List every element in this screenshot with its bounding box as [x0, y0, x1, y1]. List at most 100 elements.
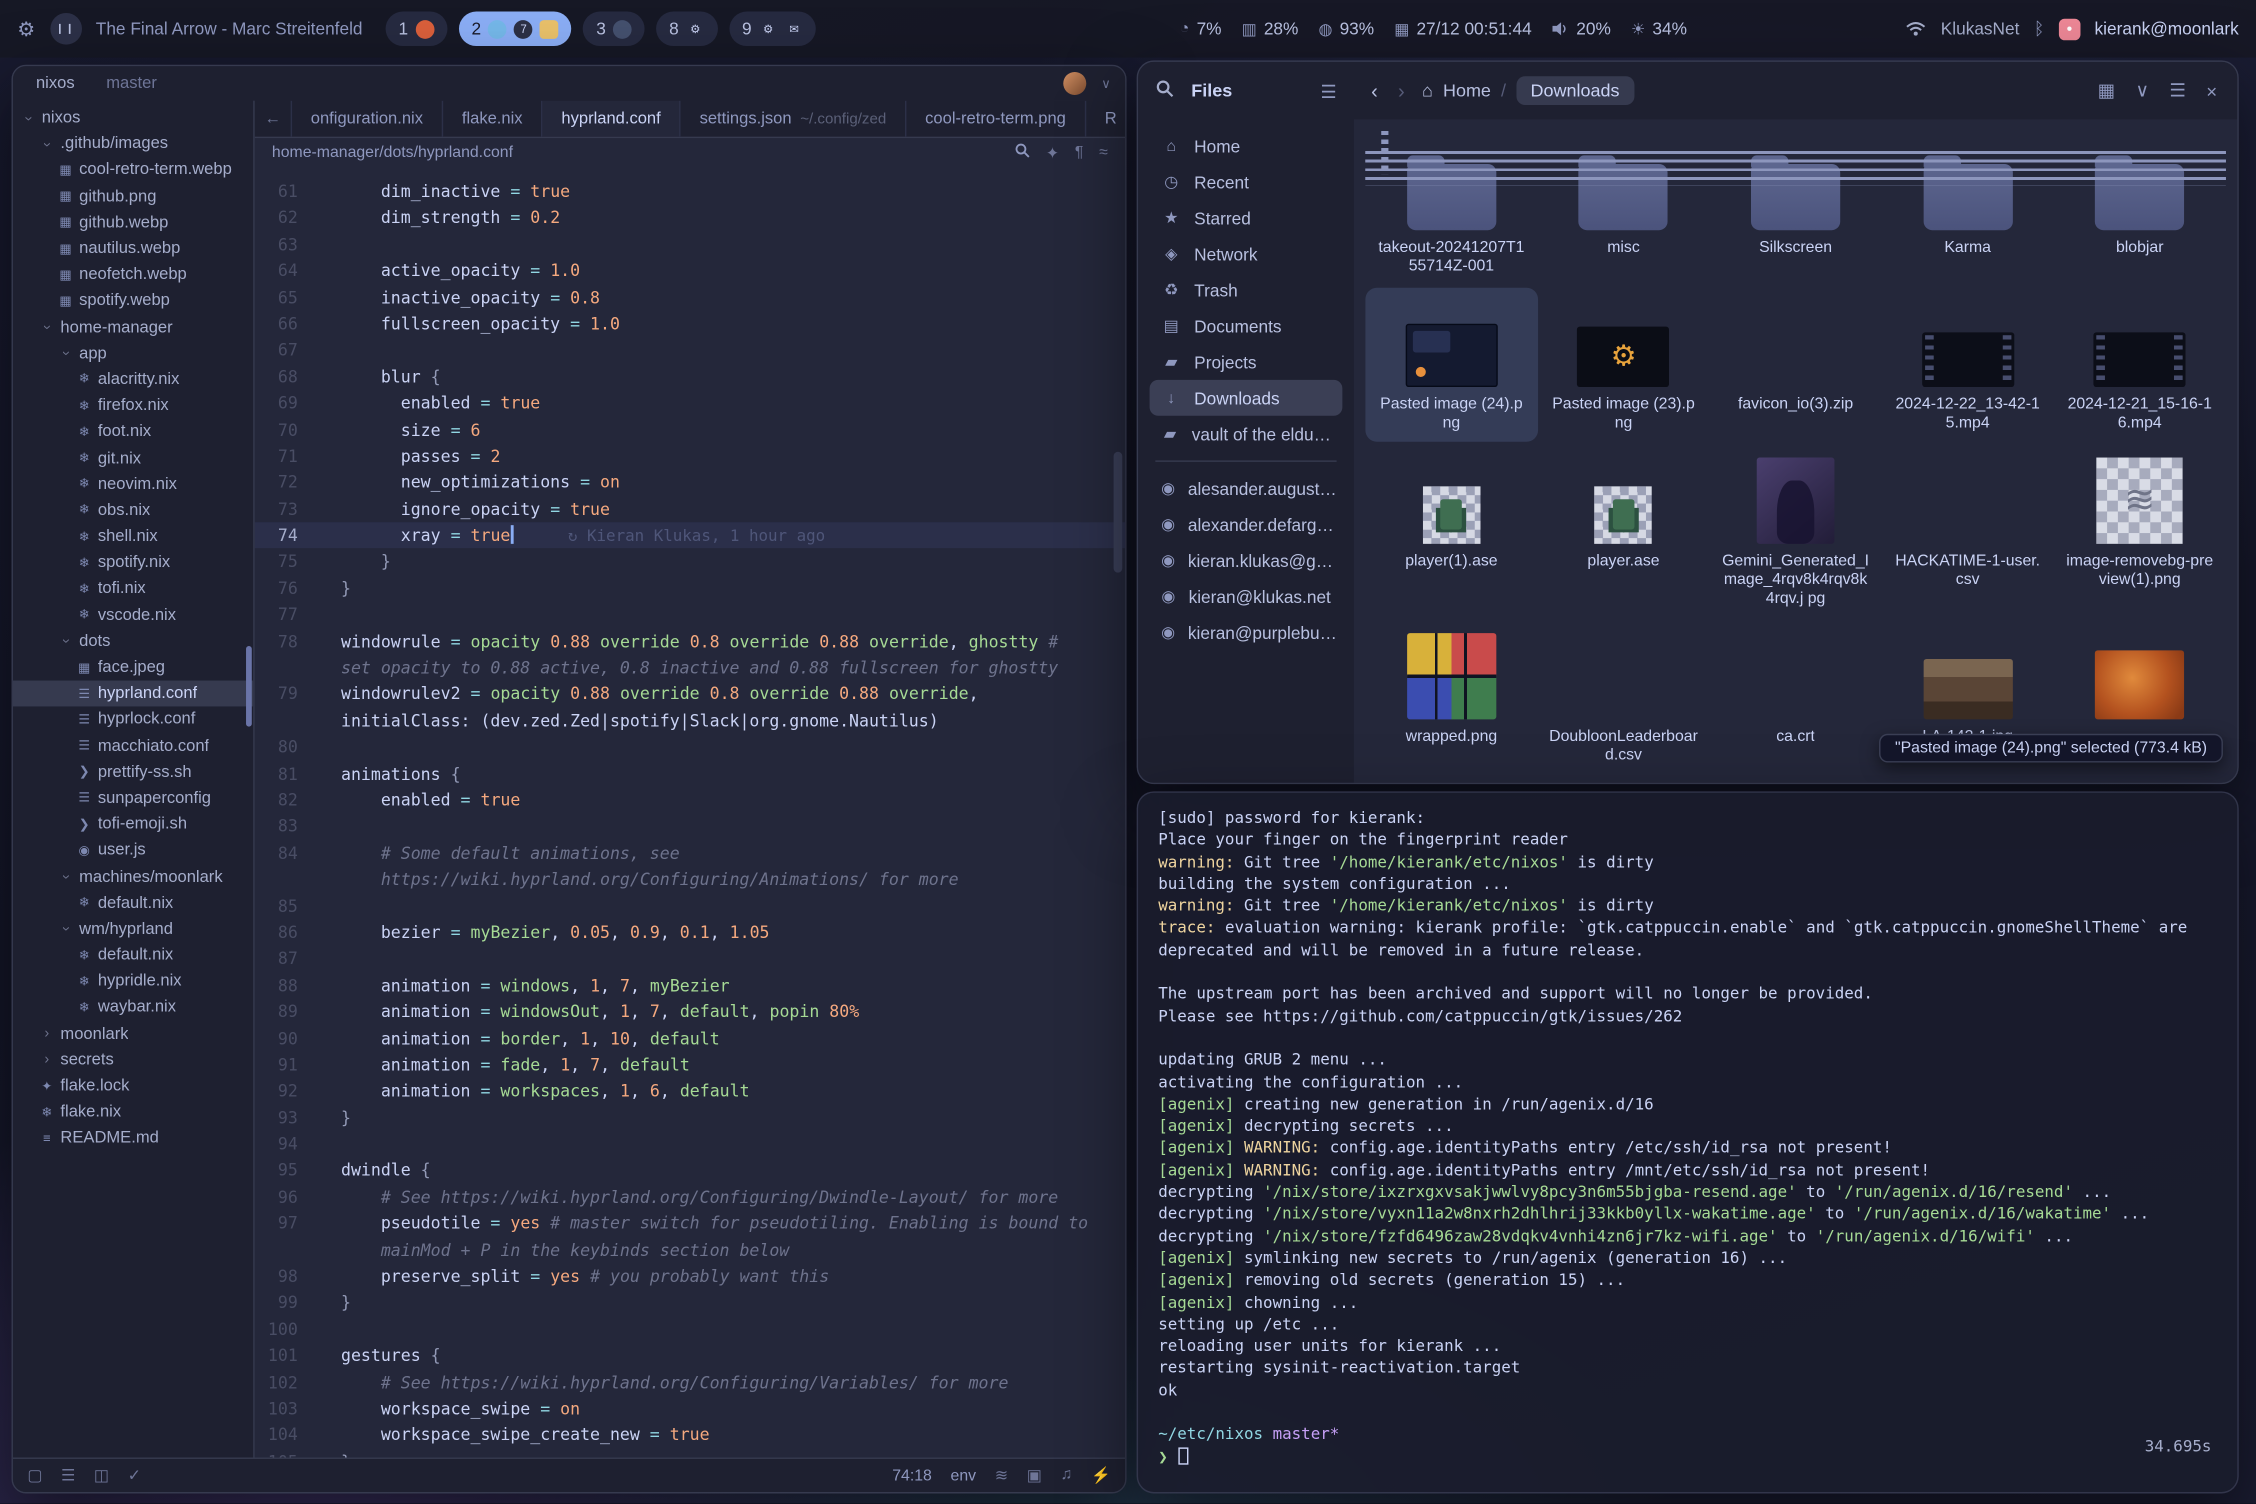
tree-item-obs.nix[interactable]: ❄obs.nix [13, 498, 253, 524]
waves-icon[interactable]: ≋ [995, 1466, 1008, 1485]
search-icon[interactable] [1155, 79, 1174, 102]
sidebar-item-Documents[interactable]: ▤Documents [1150, 308, 1343, 344]
tree-item-README.md[interactable]: ≡README.md [13, 1126, 253, 1152]
file-2024-12-22_13-42-15.mp4[interactable]: 2024-12-22_13-42-15.mp4 [1882, 287, 2054, 441]
file-DoubloonLeaderboard.csv[interactable]: DoubloonLeaderboard.csv [1537, 620, 1709, 774]
code-line-92[interactable]: 92 animation = workspaces, 1, 6, default [255, 1078, 1125, 1104]
tab-cool-retro-term.png[interactable]: cool-retro-term.png [906, 101, 1086, 137]
tree-item-alacritty.nix[interactable]: ❄alacritty.nix [13, 367, 253, 393]
tree-item-face.jpeg[interactable]: ▦face.jpeg [13, 655, 253, 681]
code-line-67[interactable]: 67 [255, 337, 1125, 363]
settings-gear-icon[interactable]: ⚙ [17, 17, 35, 41]
code-line-80[interactable]: 80 [255, 734, 1125, 760]
tree-item-github.png[interactable]: ▦github.png [13, 184, 253, 210]
code-line-64[interactable]: 64 active_opacity = 1.0 [255, 258, 1125, 284]
file-2024-12-21_15-16-16.mp4[interactable]: 2024-12-21_15-16-16.mp4 [2054, 287, 2226, 441]
tree-item-spotify.nix[interactable]: ❄spotify.nix [13, 550, 253, 576]
file-player(1).ase[interactable]: player(1).ase [1365, 444, 1537, 617]
code-line-96[interactable]: 96 # See https://wiki.hyprland.org/Confi… [255, 1184, 1125, 1210]
tree-item-hypridle.nix[interactable]: ❄hypridle.nix [13, 969, 253, 995]
tree-item-default.nix[interactable]: ❄default.nix [13, 942, 253, 968]
sidebar-item-Network[interactable]: ◈Network [1150, 236, 1343, 272]
ram-indicator[interactable]: ▥28% [1242, 19, 1299, 39]
tree-item-hyprland.conf[interactable]: ☰hyprland.conf [13, 681, 253, 707]
sidebar-item-vault of the eldu…[interactable]: ▰vault of the eldu… [1150, 416, 1343, 452]
sidebar-account-alexander.defarg…[interactable]: ◉alexander.defarg… [1150, 506, 1343, 542]
bluetooth-icon[interactable]: ᛒ [2034, 19, 2044, 39]
git-branch[interactable]: master [98, 73, 166, 93]
sidebar-item-Starred[interactable]: ★Starred [1150, 200, 1343, 236]
tree-item-macchiato.conf[interactable]: ☰macchiato.conf [13, 733, 253, 759]
language-mode[interactable]: env [951, 1467, 977, 1484]
tree-item-prettify-ss.sh[interactable]: ❯prettify-ss.sh [13, 759, 253, 785]
tree-item-user.js[interactable]: ◉user.js [13, 838, 253, 864]
file-wrapped.png[interactable]: wrapped.png [1365, 620, 1537, 774]
avatar[interactable] [1064, 72, 1087, 95]
tree-item-cool-retro-term.webp[interactable]: ▦cool-retro-term.webp [13, 157, 253, 183]
code-line-91[interactable]: 91 animation = fade, 1, 7, default [255, 1052, 1125, 1078]
code-line-87[interactable]: 87 [255, 946, 1125, 972]
code-line-68[interactable]: 68 blur { [255, 364, 1125, 390]
tree-item-machines/moonlark[interactable]: ›machines/moonlark [13, 864, 253, 890]
tree-item-nautilus.webp[interactable]: ▦nautilus.webp [13, 236, 253, 262]
code-line-81[interactable]: 81animations { [255, 761, 1125, 787]
code-line-79[interactable]: 79windowrulev2 = opacity 0.88 override 0… [255, 681, 1125, 707]
bright-indicator[interactable]: ☀34% [1631, 19, 1687, 39]
code-line-65[interactable]: 65 inactive_opacity = 0.8 [255, 284, 1125, 310]
tree-item-git.nix[interactable]: ❄git.nix [13, 445, 253, 471]
tree-item-sunpaperconfig[interactable]: ☰sunpaperconfig [13, 785, 253, 811]
workspace-3[interactable]: 3 [583, 12, 644, 47]
sidebar-menu-icon[interactable]: ☰ [1320, 80, 1336, 102]
bolt-icon[interactable]: ⚡ [1091, 1466, 1111, 1485]
sidebar-account-alesander.august…[interactable]: ◉alesander.august… [1150, 470, 1343, 506]
panels-icon[interactable]: ☰ [61, 1466, 75, 1485]
code-line-84[interactable]: 84 # Some default animations, see [255, 840, 1125, 866]
tree-item-vscode.nix[interactable]: ❄vscode.nix [13, 602, 253, 628]
code-line-102[interactable]: 102 # See https://wiki.hyprland.org/Conf… [255, 1369, 1125, 1395]
workspace-9[interactable]: 9⚙✉ [729, 12, 816, 47]
tree-item-tofi-emoji.sh[interactable]: ❯tofi-emoji.sh [13, 812, 253, 838]
sidebar-item-Recent[interactable]: ◷Recent [1150, 164, 1343, 200]
code-line-wrap[interactable]: set opacity to 0.88 active, 0.8 inactive… [255, 655, 1125, 681]
sidebar-item-Home[interactable]: ⌂Home [1150, 128, 1343, 164]
grid-icon[interactable]: ▣ [1027, 1466, 1042, 1485]
tree-item-home-manager[interactable]: ›home-manager [13, 314, 253, 340]
forward-button[interactable]: › [1398, 79, 1405, 102]
code-line-wrap[interactable]: mainMod + P in the keybinds section belo… [255, 1237, 1125, 1263]
code-line-86[interactable]: 86 bezier = myBezier, 0.05, 0.9, 0.1, 1.… [255, 919, 1125, 945]
file-HACKATIME-1-user.csv[interactable]: HACKATIME-1-user.csv [1882, 444, 2054, 617]
breadcrumb[interactable]: home-manager/dots/hyprland.conf [272, 144, 513, 161]
sidebar-item-Projects[interactable]: ▰Projects [1150, 344, 1343, 380]
breadcrumb-current[interactable]: Downloads [1516, 76, 1634, 105]
tree-item-moonlark[interactable]: ›moonlark [13, 1021, 253, 1047]
file-player.ase[interactable]: player.ase [1537, 444, 1709, 617]
code-line-89[interactable]: 89 animation = windowsOut, 1, 7, default… [255, 999, 1125, 1025]
workspace-8[interactable]: 8⚙ [656, 12, 717, 47]
code-line-70[interactable]: 70 size = 6 [255, 417, 1125, 443]
file-Pasted image (23).png[interactable]: Pasted image (23).png [1537, 287, 1709, 441]
wifi-icon[interactable] [1905, 20, 1927, 37]
code-editor[interactable]: 61 dim_inactive = true62 dim_strength = … [255, 167, 1125, 1458]
code-line-71[interactable]: 71 passes = 2 [255, 443, 1125, 469]
code-line-103[interactable]: 103 workspace_swipe = on [255, 1396, 1125, 1422]
sidebar-account-kieran@purplebu…[interactable]: ◉kieran@purplebu… [1150, 614, 1343, 650]
media-pause-button[interactable]: ❙❙ [50, 13, 82, 45]
recording-indicator[interactable]: ● [2059, 18, 2081, 40]
tree-item-waybar.nix[interactable]: ❄waybar.nix [13, 995, 253, 1021]
tab-settings.json[interactable]: settings.json~/.config/zed [681, 101, 907, 137]
buffer-search-icon[interactable] [1014, 142, 1030, 162]
breadcrumb-home[interactable]: Home [1443, 81, 1491, 101]
tree-item-default.nix[interactable]: ❄default.nix [13, 890, 253, 916]
code-line-wrap[interactable]: https://wiki.hyprland.org/Configuring/An… [255, 866, 1125, 892]
music-icon[interactable]: ♫ [1060, 1466, 1072, 1485]
file-Gemini_Generated_Image_4rqv8k4rqv8k4rqv.j pg[interactable]: Gemini_Generated_Image_4rqv8k4rqv8k4rqv.… [1710, 444, 1882, 617]
tree-item-tofi.nix[interactable]: ❄tofi.nix [13, 576, 253, 602]
tree-item-firefox.nix[interactable]: ❄firefox.nix [13, 393, 253, 419]
code-line-62[interactable]: 62 dim_strength = 0.2 [255, 205, 1125, 231]
workspace-2[interactable]: 27 [459, 12, 572, 47]
code-line-63[interactable]: 63 [255, 231, 1125, 257]
terminal-window[interactable]: [sudo] password for kierank: Place your … [1137, 791, 2239, 1493]
check-icon[interactable]: ✓ [128, 1466, 141, 1485]
clock-indicator[interactable]: ▦27/12 00:51:44 [1394, 19, 1531, 39]
view-toggle-icon[interactable]: ▦ [2098, 79, 2116, 102]
